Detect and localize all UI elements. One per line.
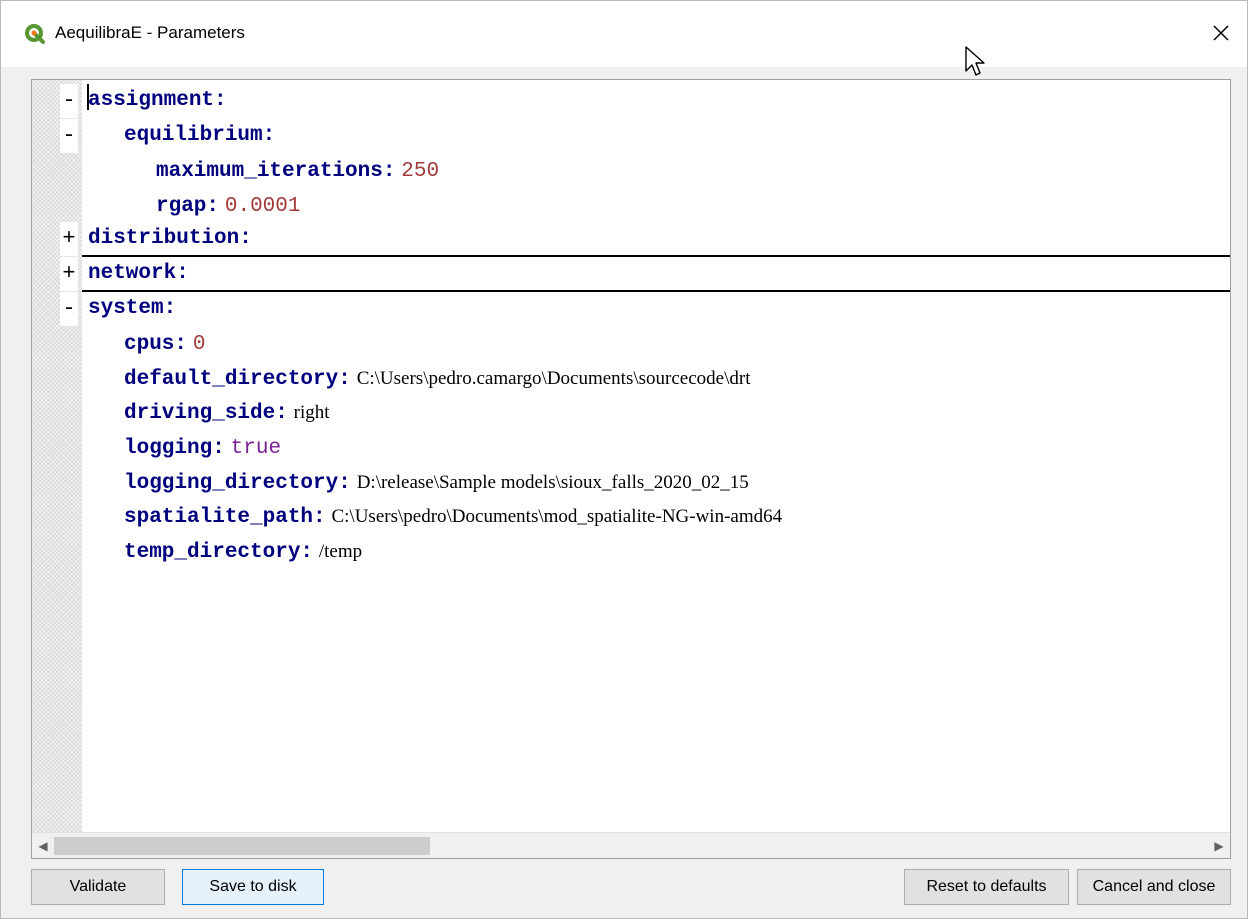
- close-icon: [1213, 25, 1229, 41]
- text-cursor: [87, 84, 89, 110]
- yaml-key: logging_directory:: [124, 471, 351, 495]
- yaml-value: 0.0001: [224, 194, 301, 218]
- yaml-key: temp_directory:: [124, 540, 314, 564]
- yaml-key: logging:: [124, 437, 225, 460]
- editor-line[interactable]: rgap: 0.0001: [32, 188, 1230, 222]
- editor-line[interactable]: logging_directory: D:\release\Sample mod…: [32, 465, 1230, 499]
- editor-line[interactable]: + network:: [32, 257, 1230, 292]
- yaml-entry: cpus: 0: [124, 326, 205, 360]
- expand-fold-icon[interactable]: +: [60, 222, 78, 257]
- title-bar: AequilibraE - Parameters: [1, 1, 1247, 76]
- yaml-entry: spatialite_path: C:\Users\pedro\Document…: [124, 499, 782, 533]
- yaml-key: default_directory:: [124, 367, 351, 391]
- editor-line[interactable]: temp_directory: /temp: [32, 534, 1230, 568]
- collapse-fold-icon[interactable]: -: [60, 84, 78, 118]
- yaml-entry: logging_directory: D:\release\Sample mod…: [124, 465, 749, 499]
- qgis-logo-icon: [25, 24, 45, 44]
- yaml-key: assignment:: [88, 89, 227, 112]
- yaml-entry: maximum_iterations: 250: [156, 153, 439, 187]
- scrollbar-thumb[interactable]: [54, 837, 430, 855]
- yaml-key: system:: [88, 296, 177, 320]
- yaml-value: C:\Users\pedro\Documents\mod_spatialite-…: [331, 506, 783, 528]
- close-button[interactable]: [1201, 11, 1241, 55]
- editor-line[interactable]: maximum_iterations: 250: [32, 153, 1230, 187]
- yaml-value: /temp: [318, 540, 363, 562]
- horizontal-scrollbar[interactable]: ◀ ▶: [32, 832, 1230, 858]
- expand-fold-icon[interactable]: +: [60, 257, 78, 291]
- yaml-key: maximum_iterations:: [156, 160, 396, 184]
- cancel-and-close-button[interactable]: Cancel and close: [1077, 869, 1231, 905]
- editor-line[interactable]: + distribution:: [32, 222, 1230, 258]
- yaml-value: 0: [192, 333, 206, 357]
- save-to-disk-button[interactable]: Save to disk: [182, 869, 324, 905]
- yaml-key: network:: [88, 262, 189, 285]
- yaml-entry: logging: true: [124, 430, 281, 464]
- scroll-right-icon[interactable]: ▶: [1208, 833, 1230, 858]
- editor-line[interactable]: cpus: 0: [32, 326, 1230, 360]
- yaml-editor[interactable]: - assignment: - equilibrium: maximum_iterati…: [31, 79, 1231, 859]
- collapse-fold-icon[interactable]: -: [60, 291, 78, 326]
- yaml-entry: temp_directory: /temp: [124, 534, 362, 568]
- yaml-value: right: [293, 402, 330, 424]
- editor-line[interactable]: - assignment:: [32, 84, 1230, 118]
- collapse-fold-icon[interactable]: -: [60, 118, 78, 153]
- yaml-entry: distribution:: [88, 222, 252, 256]
- editor-line[interactable]: default_directory: C:\Users\pedro.camarg…: [32, 361, 1230, 395]
- yaml-key: distribution:: [88, 227, 252, 251]
- yaml-entry: network:: [88, 257, 189, 291]
- yaml-value: C:\Users\pedro.camargo\Documents\sourcec…: [356, 367, 751, 389]
- parameters-dialog: AequilibraE - Parameters - assignment: - eq…: [0, 0, 1248, 919]
- yaml-entry: system:: [88, 292, 176, 326]
- editor-line[interactable]: logging: true: [32, 430, 1230, 464]
- yaml-entry: rgap: 0.0001: [156, 188, 300, 222]
- yaml-entry: driving_side: right: [124, 395, 330, 429]
- yaml-key: spatialite_path:: [124, 506, 326, 530]
- yaml-entry: assignment:: [88, 84, 227, 118]
- editor-line[interactable]: - equilibrium:: [32, 118, 1230, 153]
- window-title: AequilibraE - Parameters: [55, 23, 245, 42]
- yaml-entry: default_directory: C:\Users\pedro.camarg…: [124, 361, 750, 395]
- yaml-value: 250: [401, 160, 440, 184]
- validate-button[interactable]: Validate: [31, 869, 165, 905]
- yaml-entry: equilibrium:: [124, 119, 275, 153]
- editor-line[interactable]: - system:: [32, 291, 1230, 326]
- editor-line[interactable]: driving_side: right: [32, 395, 1230, 429]
- yaml-key: driving_side:: [124, 402, 288, 426]
- yaml-value: D:\release\Sample models\sioux_falls_202…: [356, 471, 749, 493]
- editor-line[interactable]: spatialite_path: C:\Users\pedro\Document…: [32, 499, 1230, 533]
- mouse-cursor-icon: [963, 45, 989, 81]
- yaml-value: true: [230, 437, 282, 460]
- yaml-key: rgap:: [156, 194, 220, 218]
- scroll-left-icon[interactable]: ◀: [32, 833, 54, 858]
- yaml-key: cpus:: [124, 333, 188, 357]
- yaml-key: equilibrium:: [124, 123, 276, 147]
- reset-to-defaults-button[interactable]: Reset to defaults: [904, 869, 1069, 905]
